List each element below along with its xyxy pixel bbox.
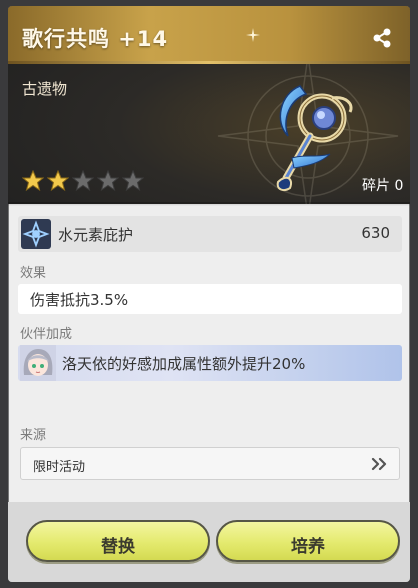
sparkle-icon: [246, 28, 260, 42]
relic-header: 歌行共鸣 +14 古遗物 碎片 0: [8, 6, 410, 204]
star-icon: [47, 170, 69, 192]
train-button-label: 培养: [291, 537, 325, 557]
star-icon: [97, 170, 119, 192]
stat-value: 630: [361, 224, 390, 242]
source-row[interactable]: 限时活动: [20, 447, 400, 480]
fragment-count: 碎片 0: [362, 178, 404, 194]
weapon-image: [276, 85, 353, 191]
water-element-icon: [21, 219, 51, 249]
stat-row: 水元素庇护 630: [18, 216, 402, 252]
effect-box: 伤害抵抗3.5%: [18, 284, 402, 314]
partner-bonus-text: 洛天依的好感加成属性额外提升20%: [62, 355, 306, 373]
star-icon: [72, 170, 94, 192]
star-icon: [22, 170, 44, 192]
chevron-double-right-icon: [371, 457, 387, 471]
effect-label: 效果: [20, 266, 47, 281]
effect-text: 伤害抵抗3.5%: [30, 291, 129, 309]
title-bar: 歌行共鸣 +14: [8, 6, 410, 64]
source-text: 限时活动: [33, 460, 86, 475]
train-button[interactable]: 培养: [216, 520, 400, 562]
relic-type-label: 古遗物: [22, 80, 68, 98]
partner-bonus-label: 伙伴加成: [20, 327, 73, 342]
relic-title: 歌行共鸣 +14: [22, 27, 169, 51]
partner-bonus-box: 洛天依的好感加成属性额外提升20%: [18, 345, 402, 381]
partner-avatar: [20, 345, 56, 381]
star-rating: [22, 170, 144, 192]
source-label: 来源: [20, 428, 47, 443]
share-icon[interactable]: [372, 28, 392, 48]
action-footer: 替换 培养: [8, 502, 410, 582]
star-icon: [122, 170, 144, 192]
header-divider: [8, 202, 410, 206]
replace-button-label: 替换: [101, 537, 135, 557]
replace-button[interactable]: 替换: [26, 520, 210, 562]
relic-detail-card: 歌行共鸣 +14 古遗物 碎片 0 水元素庇护 630 效果 伤害抵抗3.5% …: [8, 6, 410, 582]
stat-name: 水元素庇护: [58, 226, 134, 244]
